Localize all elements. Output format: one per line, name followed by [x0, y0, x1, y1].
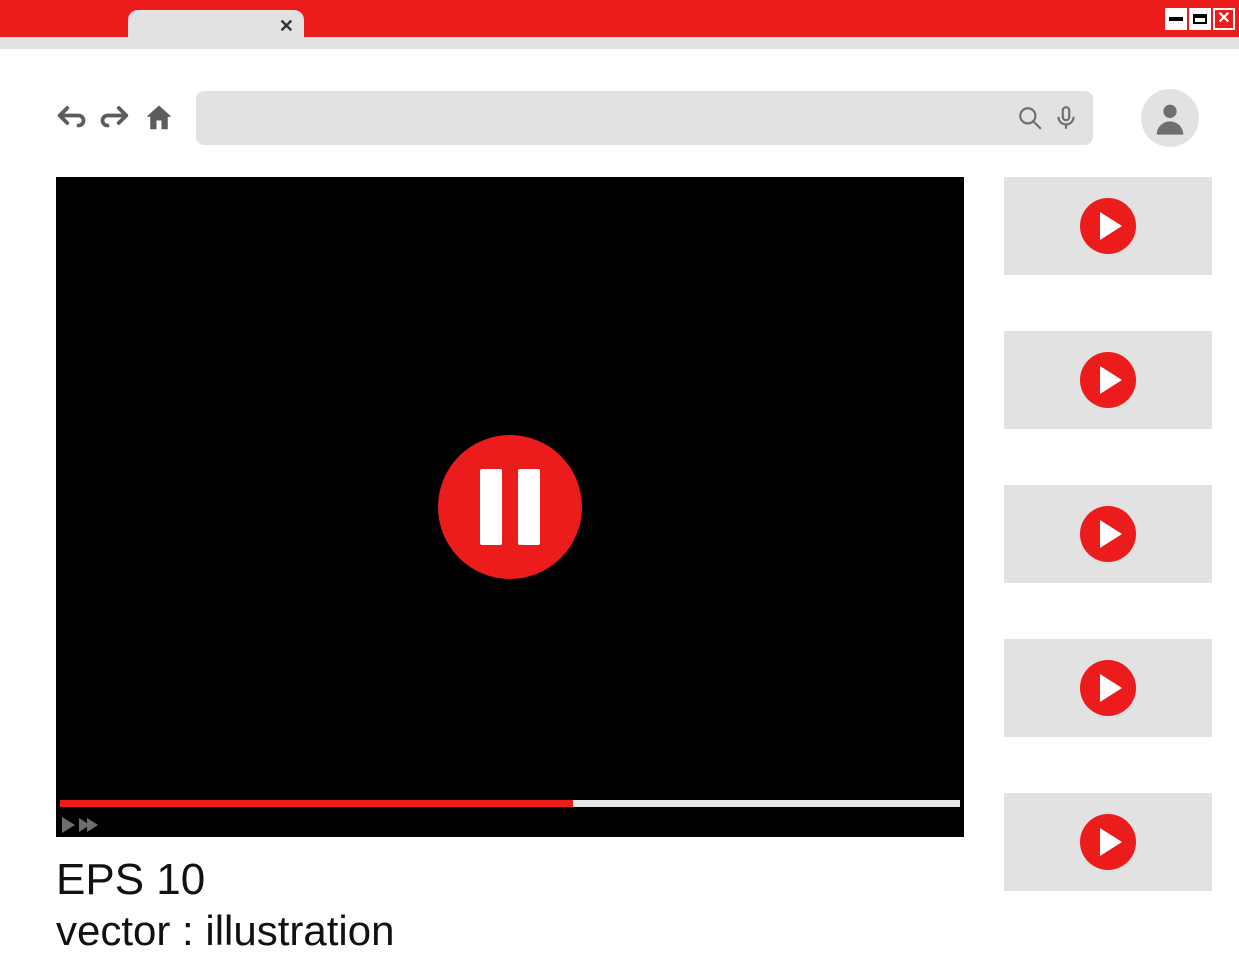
play-icon [62, 817, 75, 833]
forward-button[interactable] [100, 103, 130, 133]
play-icon [1100, 674, 1122, 702]
browser-tab[interactable]: ✕ [128, 10, 304, 38]
main-column: EPS 10 vector : illustration [56, 177, 964, 955]
fast-forward-icon [87, 818, 98, 832]
related-video-thumb[interactable] [1004, 177, 1212, 275]
fast-forward-button[interactable] [79, 818, 98, 832]
back-icon [56, 103, 86, 133]
play-button[interactable] [62, 817, 75, 833]
related-video-thumb[interactable] [1004, 639, 1212, 737]
window-maximize-button[interactable] [1189, 8, 1211, 30]
play-badge [1080, 198, 1136, 254]
play-badge [1080, 352, 1136, 408]
pause-icon [480, 469, 502, 545]
progress-fill [60, 800, 573, 807]
play-icon [1100, 828, 1122, 856]
play-badge [1080, 660, 1136, 716]
close-icon: ✕ [1217, 11, 1230, 27]
back-button[interactable] [56, 103, 86, 133]
window-minimize-button[interactable] [1165, 8, 1187, 30]
home-button[interactable] [144, 103, 174, 133]
window-close-button[interactable]: ✕ [1213, 8, 1235, 30]
pause-button[interactable] [438, 435, 582, 579]
play-badge [1080, 814, 1136, 870]
window-controls: ✕ [1165, 8, 1235, 30]
play-icon [1100, 366, 1122, 394]
pause-icon [518, 469, 540, 545]
progress-track[interactable] [60, 800, 960, 807]
microphone-icon[interactable] [1053, 105, 1079, 131]
content-area: EPS 10 vector : illustration [0, 177, 1239, 955]
video-player[interactable] [56, 177, 964, 837]
player-controls [62, 817, 98, 833]
sidebar [1004, 177, 1212, 955]
search-bar[interactable] [196, 91, 1093, 145]
play-badge [1080, 506, 1136, 562]
related-video-thumb[interactable] [1004, 331, 1212, 429]
toolbar [0, 49, 1239, 177]
search-icon[interactable] [1017, 105, 1043, 131]
play-icon [1100, 212, 1122, 240]
play-icon [1100, 520, 1122, 548]
related-video-thumb[interactable] [1004, 485, 1212, 583]
related-video-thumb[interactable] [1004, 793, 1212, 891]
home-icon [144, 103, 174, 133]
chrome-substrip [0, 37, 1239, 49]
video-title: EPS 10 [56, 855, 964, 905]
avatar-icon [1150, 98, 1190, 138]
browser-chrome-bar: ✕ ✕ [0, 0, 1239, 37]
video-subtitle: vector : illustration [56, 907, 964, 955]
tab-close-icon[interactable]: ✕ [279, 16, 294, 37]
search-input[interactable] [210, 108, 1007, 129]
forward-icon [100, 103, 130, 133]
user-avatar[interactable] [1141, 89, 1199, 147]
